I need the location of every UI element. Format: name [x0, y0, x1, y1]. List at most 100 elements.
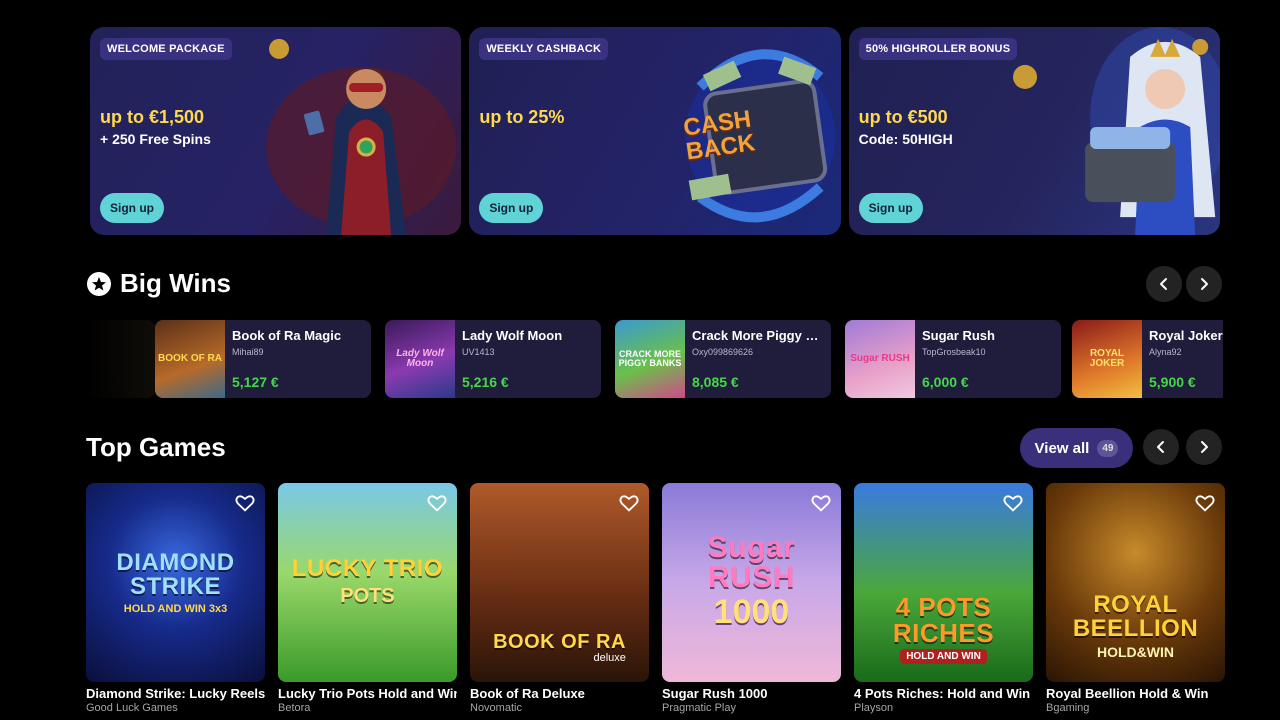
- sign-up-button[interactable]: Sign up: [858, 193, 923, 223]
- heart-outline-icon[interactable]: [426, 492, 448, 514]
- game-tile-title: 4 POTS RICHES: [892, 592, 995, 648]
- game-tile-subtitle: POTS: [340, 585, 395, 607]
- game-title: Lucky Trio Pots Hold and Win: [278, 686, 457, 701]
- game-tile[interactable]: BOOK OF RA deluxe: [470, 483, 649, 682]
- queen-treasure-illustration: [1012, 27, 1220, 235]
- promo-subline: + 250 Free Spins: [100, 131, 211, 147]
- chevron-right-icon: [1201, 441, 1208, 453]
- win-game-title: Sugar Rush: [922, 328, 995, 343]
- heart-outline-icon[interactable]: [810, 492, 832, 514]
- top-games-prev-button[interactable]: [1143, 429, 1179, 465]
- win-username: Mihai89: [232, 347, 264, 357]
- promo-weekly-cashback[interactable]: WEEKLY CASHBACK up to 25% CASH BACK Sign…: [469, 27, 841, 235]
- big-wins-title: Big Wins: [120, 268, 231, 298]
- game-card[interactable]: Sugar RUSH 1000 Sugar Rush 1000 Pragmati…: [662, 483, 841, 720]
- game-tile[interactable]: Sugar RUSH 1000: [662, 483, 841, 682]
- big-wins-prev-button[interactable]: [1146, 266, 1182, 302]
- heart-outline-icon[interactable]: [618, 492, 640, 514]
- game-card[interactable]: DIAMOND STRIKE HOLD AND WIN 3x3 Diamond …: [86, 483, 265, 720]
- big-wins-list: BOOK OF RA Book of Ra Magic Mihai89 5,12…: [86, 320, 1223, 398]
- game-tile[interactable]: 4 POTS RICHES HOLD AND WIN: [854, 483, 1033, 682]
- promo-headline: up to 25%: [479, 107, 565, 127]
- win-amount: 5,900 €: [1149, 374, 1196, 390]
- win-username: TopGrosbeak10: [922, 347, 986, 357]
- sign-up-button[interactable]: Sign up: [100, 193, 164, 223]
- big-wins-next-button[interactable]: [1186, 266, 1222, 302]
- game-provider: Good Luck Games: [86, 702, 178, 714]
- promo-headline: up to €500: [858, 107, 948, 127]
- game-tile[interactable]: DIAMOND STRIKE HOLD AND WIN 3x3: [86, 483, 265, 682]
- win-card[interactable]: Lady Wolf Moon Lady Wolf Moon UV1413 5,2…: [385, 320, 601, 398]
- superhero-illustration: [266, 38, 457, 235]
- heart-outline-icon[interactable]: [234, 492, 256, 514]
- view-all-label: View all: [1034, 439, 1090, 457]
- promo-headline: up to €1,500: [100, 107, 205, 127]
- game-tile-title: BOOK OF RA: [493, 631, 626, 653]
- game-title: Sugar Rush 1000: [662, 686, 768, 701]
- win-card[interactable]: CRACK MORE PIGGY BANKS Crack More Piggy …: [615, 320, 831, 398]
- game-thumbnail: Sugar RUSH: [845, 320, 915, 398]
- win-card[interactable]: ROYAL JOKER Royal Joker: Alyna92 5,900 €: [1072, 320, 1223, 398]
- game-title: Book of Ra Deluxe: [470, 686, 585, 701]
- game-tile[interactable]: ROYAL BEELLION HOLD&WIN: [1046, 483, 1225, 682]
- partial-win-card: [86, 320, 155, 398]
- game-provider: Bgaming: [1046, 702, 1090, 714]
- game-thumbnail: ROYAL JOKER: [1072, 320, 1142, 398]
- game-tile-title: Sugar RUSH: [707, 531, 796, 594]
- win-amount: 5,216 €: [462, 374, 509, 390]
- win-card[interactable]: Sugar RUSH Sugar Rush TopGrosbeak10 6,00…: [845, 320, 1061, 398]
- win-amount: 5,127 €: [232, 374, 279, 390]
- game-tile-subtitle: 1000: [713, 593, 790, 631]
- promo-badge: 50% HIGHROLLER BONUS: [858, 38, 1018, 60]
- sign-up-button[interactable]: Sign up: [479, 193, 544, 223]
- game-tile-title: LUCKY TRIO: [291, 555, 444, 582]
- game-thumbnail: BOOK OF RA: [155, 320, 225, 398]
- chevron-left-icon: [1157, 441, 1164, 453]
- game-tile-title: ROYAL BEELLION: [1072, 591, 1199, 642]
- top-games-title: Top Games: [86, 432, 226, 462]
- promo-badge: WELCOME PACKAGE: [100, 38, 232, 60]
- win-card[interactable]: BOOK OF RA Book of Ra Magic Mihai89 5,12…: [155, 320, 371, 398]
- heart-outline-icon[interactable]: [1194, 492, 1216, 514]
- game-title: Diamond Strike: Lucky Reels: [86, 686, 265, 701]
- game-thumbnail: CRACK MORE PIGGY BANKS: [615, 320, 685, 398]
- chevron-right-icon: [1201, 278, 1208, 290]
- game-tile-subtitle: deluxe: [593, 652, 626, 664]
- game-provider: Novomatic: [470, 702, 522, 714]
- game-title: 4 Pots Riches: Hold and Win: [854, 686, 1031, 701]
- game-tile-title: DIAMOND STRIKE: [116, 548, 235, 600]
- top-games-next-button[interactable]: [1186, 429, 1222, 465]
- star-circle-icon: [87, 271, 111, 296]
- game-card[interactable]: 4 POTS RICHES HOLD AND WIN 4 Pots Riches…: [854, 483, 1033, 720]
- promo-subline: Code: 50HIGH: [858, 131, 953, 147]
- heart-outline-icon[interactable]: [1002, 492, 1024, 514]
- game-card[interactable]: ROYAL BEELLION HOLD&WIN Royal Beellion H…: [1046, 483, 1225, 720]
- game-tile-subtitle: HOLD&WIN: [1097, 644, 1174, 660]
- win-game-title: Book of Ra Magic: [232, 328, 342, 343]
- game-thumbnail: Lady Wolf Moon: [385, 320, 455, 398]
- game-tile[interactable]: LUCKY TRIO POTS: [278, 483, 457, 682]
- win-game-title: Lady Wolf Moon: [462, 328, 563, 343]
- game-title: Royal Beellion Hold & Win: [1046, 686, 1209, 701]
- view-all-button[interactable]: View all 49: [1020, 428, 1133, 468]
- game-tile-subtitle: HOLD AND WIN 3x3: [123, 602, 228, 615]
- win-game-title: Royal Joker:: [1149, 328, 1223, 343]
- big-wins-heading: Big Wins: [86, 268, 231, 299]
- win-username: Alyna92: [1149, 347, 1182, 357]
- game-card[interactable]: LUCKY TRIO POTS Lucky Trio Pots Hold and…: [278, 483, 457, 720]
- game-provider: Playson: [854, 702, 894, 714]
- chevron-left-icon: [1160, 278, 1167, 290]
- win-amount: 6,000 €: [922, 374, 969, 390]
- game-provider: Betora: [278, 702, 311, 714]
- top-games-list: DIAMOND STRIKE HOLD AND WIN 3x3 Diamond …: [86, 483, 1225, 720]
- promo-banners: WELCOME PACKAGE up to €1,500 + 250 Free …: [90, 27, 1220, 235]
- promo-highroller-bonus[interactable]: 50% HIGHROLLER BONUS up to €500 Code: 50…: [848, 27, 1220, 235]
- promo-welcome-package[interactable]: WELCOME PACKAGE up to €1,500 + 250 Free …: [90, 27, 462, 235]
- win-username: UV1413: [462, 347, 495, 357]
- win-amount: 8,085 €: [692, 374, 739, 390]
- win-username: Oxy099869626: [692, 347, 754, 357]
- game-card[interactable]: BOOK OF RA deluxe Book of Ra Deluxe Novo…: [470, 483, 649, 720]
- game-provider: Pragmatic Play: [662, 702, 736, 714]
- games-count-badge: 49: [1097, 439, 1119, 457]
- top-games-heading: Top Games: [86, 432, 226, 463]
